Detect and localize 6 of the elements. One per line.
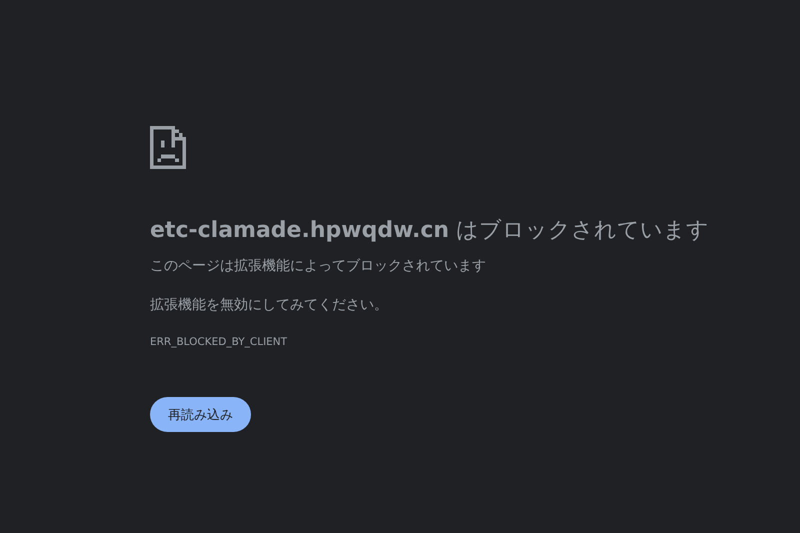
error-code: ERR_BLOCKED_BY_CLIENT xyxy=(150,335,288,349)
suggestion-text: 拡張機能を無効にしてみてください。 xyxy=(150,296,388,315)
sad-page-icon xyxy=(150,126,186,169)
reload-button[interactable]: 再読み込み xyxy=(150,397,251,432)
error-message: このページは拡張機能によってブロックされています xyxy=(150,257,486,276)
error-heading: etc-clamade.hpwqdw.cn はブロックされています xyxy=(150,217,710,245)
